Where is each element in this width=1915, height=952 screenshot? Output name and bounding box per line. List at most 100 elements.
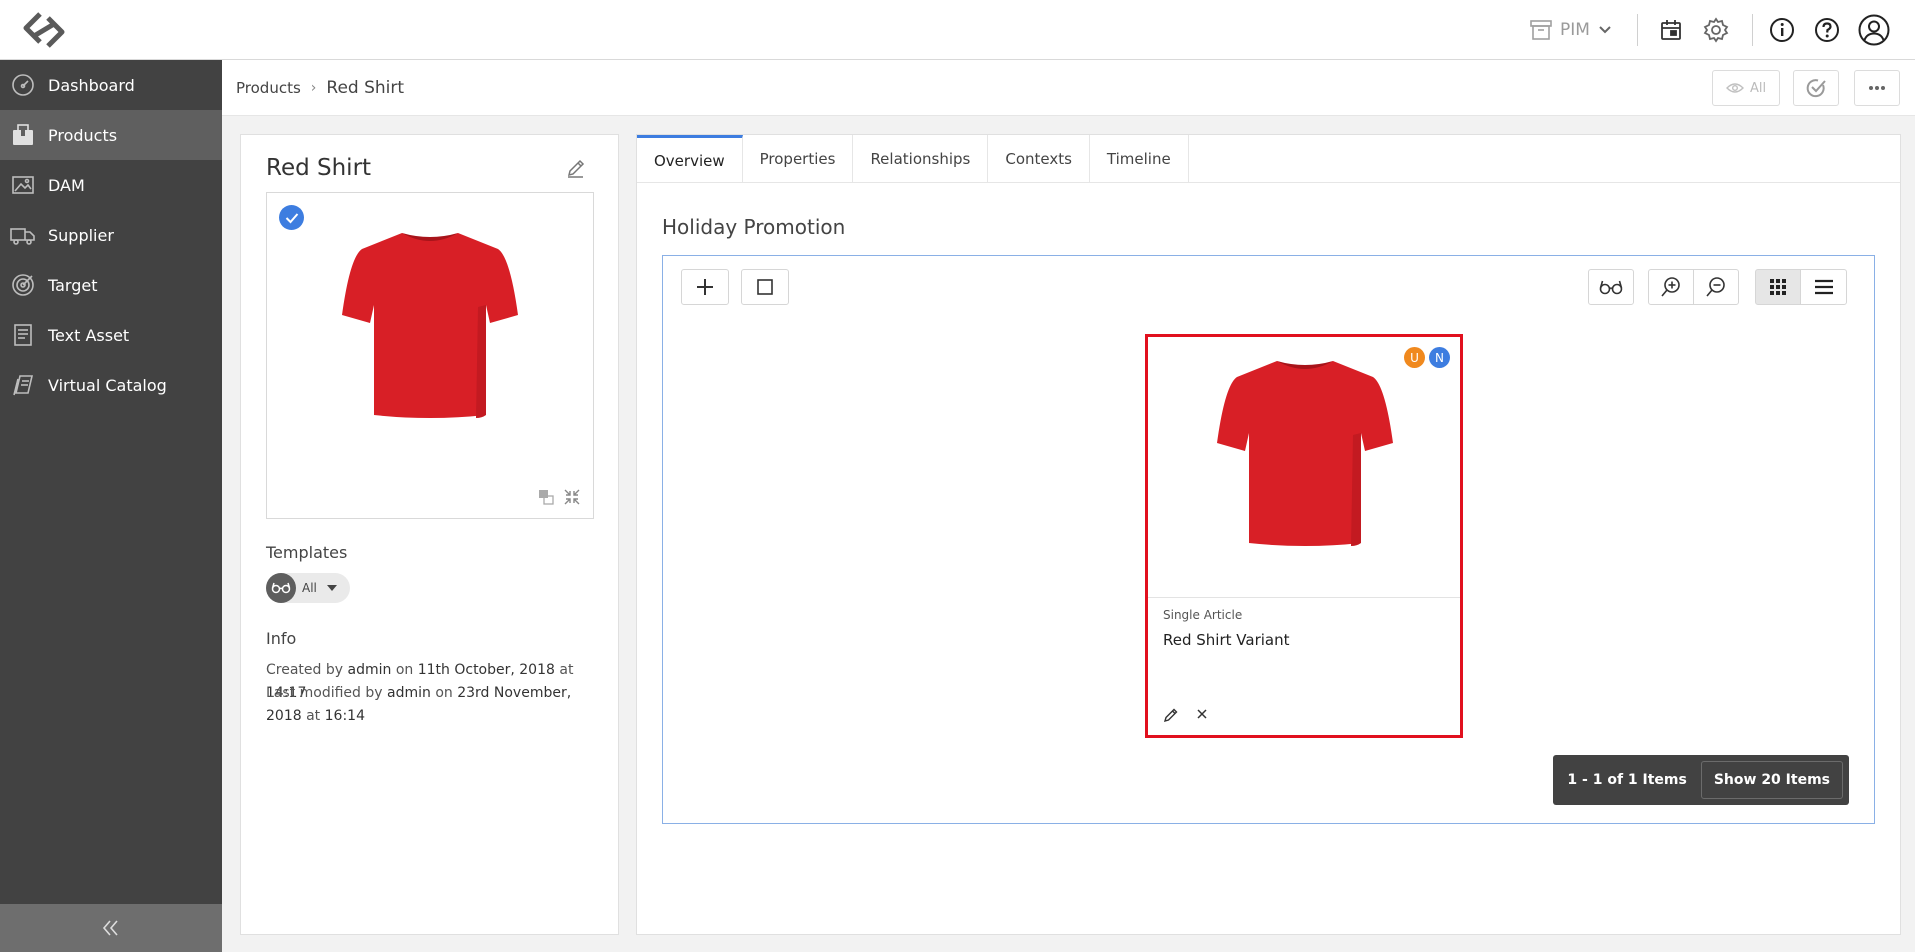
- edit-pencil-icon[interactable]: [1163, 707, 1179, 723]
- gear-icon[interactable]: [1700, 14, 1732, 46]
- created-prefix: Created by: [266, 662, 344, 678]
- tab-contexts[interactable]: Contexts: [988, 135, 1090, 183]
- user-avatar-icon[interactable]: [1858, 14, 1890, 46]
- product-detail-panel: Overview Properties Relationships Contex…: [636, 134, 1901, 935]
- section-title: Holiday Promotion: [662, 215, 846, 239]
- template-selector[interactable]: All: [266, 573, 350, 603]
- list-icon: [1814, 279, 1833, 295]
- sidebar-item-label: Supplier: [48, 225, 114, 245]
- preview-button[interactable]: [1588, 269, 1634, 305]
- modified-on-word: on: [435, 685, 453, 701]
- status-badge: N: [1429, 347, 1450, 368]
- sidebar-item-text-asset[interactable]: Text Asset: [0, 310, 222, 360]
- page-size-button[interactable]: Show 20 Items: [1700, 761, 1843, 799]
- add-button[interactable]: [681, 269, 729, 305]
- card-actions: [1163, 707, 1209, 723]
- product-card[interactable]: U N Single Article Red Shirt Variant: [1145, 334, 1463, 738]
- grid-view-button[interactable]: [1755, 269, 1801, 305]
- sidebar-item-supplier[interactable]: Supplier: [0, 210, 222, 260]
- info-icon[interactable]: [1766, 14, 1798, 46]
- view-filter-button[interactable]: All: [1712, 70, 1780, 106]
- modified-by-user: admin: [387, 685, 431, 701]
- check-circle-icon: [1806, 79, 1826, 98]
- tab-label: Overview: [654, 151, 725, 170]
- zoom-out-button[interactable]: [1693, 269, 1739, 305]
- tab-bar: Overview Properties Relationships Contex…: [637, 135, 1900, 183]
- breadcrumb-root-link[interactable]: Products: [236, 79, 301, 97]
- collapse-arrows-icon[interactable]: [563, 488, 581, 506]
- sidebar-item-label: Dashboard: [48, 75, 135, 95]
- dashboard-gauge-icon: [10, 72, 36, 98]
- status-badges: U N: [1404, 347, 1450, 368]
- sidebar-item-target[interactable]: Target: [0, 260, 222, 310]
- created-by-user: admin: [347, 662, 392, 678]
- tab-label: Properties: [759, 150, 836, 168]
- close-icon[interactable]: [1195, 707, 1209, 721]
- glasses-icon: [1599, 280, 1623, 295]
- sidebar-item-label: DAM: [48, 175, 85, 195]
- created-at-word: at: [559, 662, 574, 678]
- sidebar-item-dashboard[interactable]: Dashboard: [0, 60, 222, 110]
- modified-time: 16:14: [324, 708, 365, 724]
- sidebar-collapse-button[interactable]: [0, 904, 222, 952]
- zoom-in-button[interactable]: [1648, 269, 1694, 305]
- edit-pencil-icon[interactable]: [565, 157, 589, 181]
- chevron-down-icon: [1599, 26, 1611, 34]
- breadcrumb-current: Red Shirt: [326, 78, 405, 98]
- tab-overview[interactable]: Overview: [637, 135, 743, 183]
- replace-image-icon[interactable]: [537, 488, 555, 506]
- sidebar-item-dam[interactable]: DAM: [0, 160, 222, 210]
- double-chevron-left-icon: [102, 920, 118, 936]
- modified-at-word: at: [306, 708, 321, 724]
- modified-prefix: Last modified by: [266, 685, 383, 701]
- eye-icon: [1725, 83, 1744, 93]
- products-box-icon: [10, 122, 36, 148]
- red-tshirt-image: [1205, 351, 1405, 551]
- tab-label: Timeline: [1106, 150, 1171, 168]
- glasses-icon: [266, 573, 296, 603]
- tab-timeline[interactable]: Timeline: [1090, 135, 1189, 183]
- calendar-icon[interactable]: [1655, 14, 1687, 46]
- more-options-button[interactable]: [1854, 70, 1900, 106]
- truck-icon: [10, 222, 36, 248]
- list-view-button[interactable]: [1800, 269, 1847, 305]
- select-all-button[interactable]: [741, 269, 789, 305]
- pim-switcher[interactable]: PIM: [1530, 16, 1612, 44]
- target-icon: [10, 272, 36, 298]
- caret-down-icon: [326, 585, 337, 591]
- card-type-label: Single Article: [1163, 608, 1243, 622]
- zoom-in-icon: [1661, 277, 1680, 297]
- pagination-bar: 1 - 1 of 1 Items Show 20 Items: [1553, 755, 1849, 805]
- zoom-out-icon: [1706, 277, 1725, 297]
- breadcrumb-bar: Products › Red Shirt All: [222, 60, 1915, 116]
- topbar-divider: [1752, 14, 1753, 46]
- status-badge: U: [1404, 347, 1425, 368]
- product-title: Red Shirt: [266, 155, 372, 181]
- top-bar: PIM: [0, 0, 1915, 60]
- product-image-frame[interactable]: [266, 192, 594, 519]
- pagination-range: 1 - 1 of 1 Items: [1567, 772, 1687, 788]
- app-logo[interactable]: [20, 10, 68, 50]
- plus-icon: [697, 279, 713, 295]
- view-filter-label: All: [1749, 80, 1767, 96]
- text-document-icon: [10, 322, 36, 348]
- sidebar-item-virtual-catalog[interactable]: Virtual Catalog: [0, 360, 222, 410]
- catalog-icon: [10, 372, 36, 398]
- product-summary-panel: Red Shirt Templates All Info Created by …: [240, 134, 619, 935]
- sidebar-item-label: Virtual Catalog: [48, 375, 167, 395]
- tab-properties[interactable]: Properties: [743, 135, 854, 183]
- tab-relationships[interactable]: Relationships: [853, 135, 989, 183]
- square-checkbox-icon: [757, 279, 773, 295]
- info-label: Info: [266, 629, 297, 648]
- sidebar-item-label: Products: [48, 125, 118, 145]
- checkmark-icon[interactable]: [279, 205, 304, 230]
- card-title[interactable]: Red Shirt Variant: [1163, 631, 1289, 649]
- template-value: All: [302, 581, 317, 595]
- created-on-word: on: [395, 662, 414, 678]
- pim-label: PIM: [1560, 20, 1590, 40]
- image-tools: [537, 488, 581, 506]
- help-icon[interactable]: [1811, 14, 1843, 46]
- approve-button[interactable]: [1793, 70, 1839, 106]
- grid-icon: [1770, 279, 1786, 295]
- sidebar-item-products[interactable]: Products: [0, 110, 222, 160]
